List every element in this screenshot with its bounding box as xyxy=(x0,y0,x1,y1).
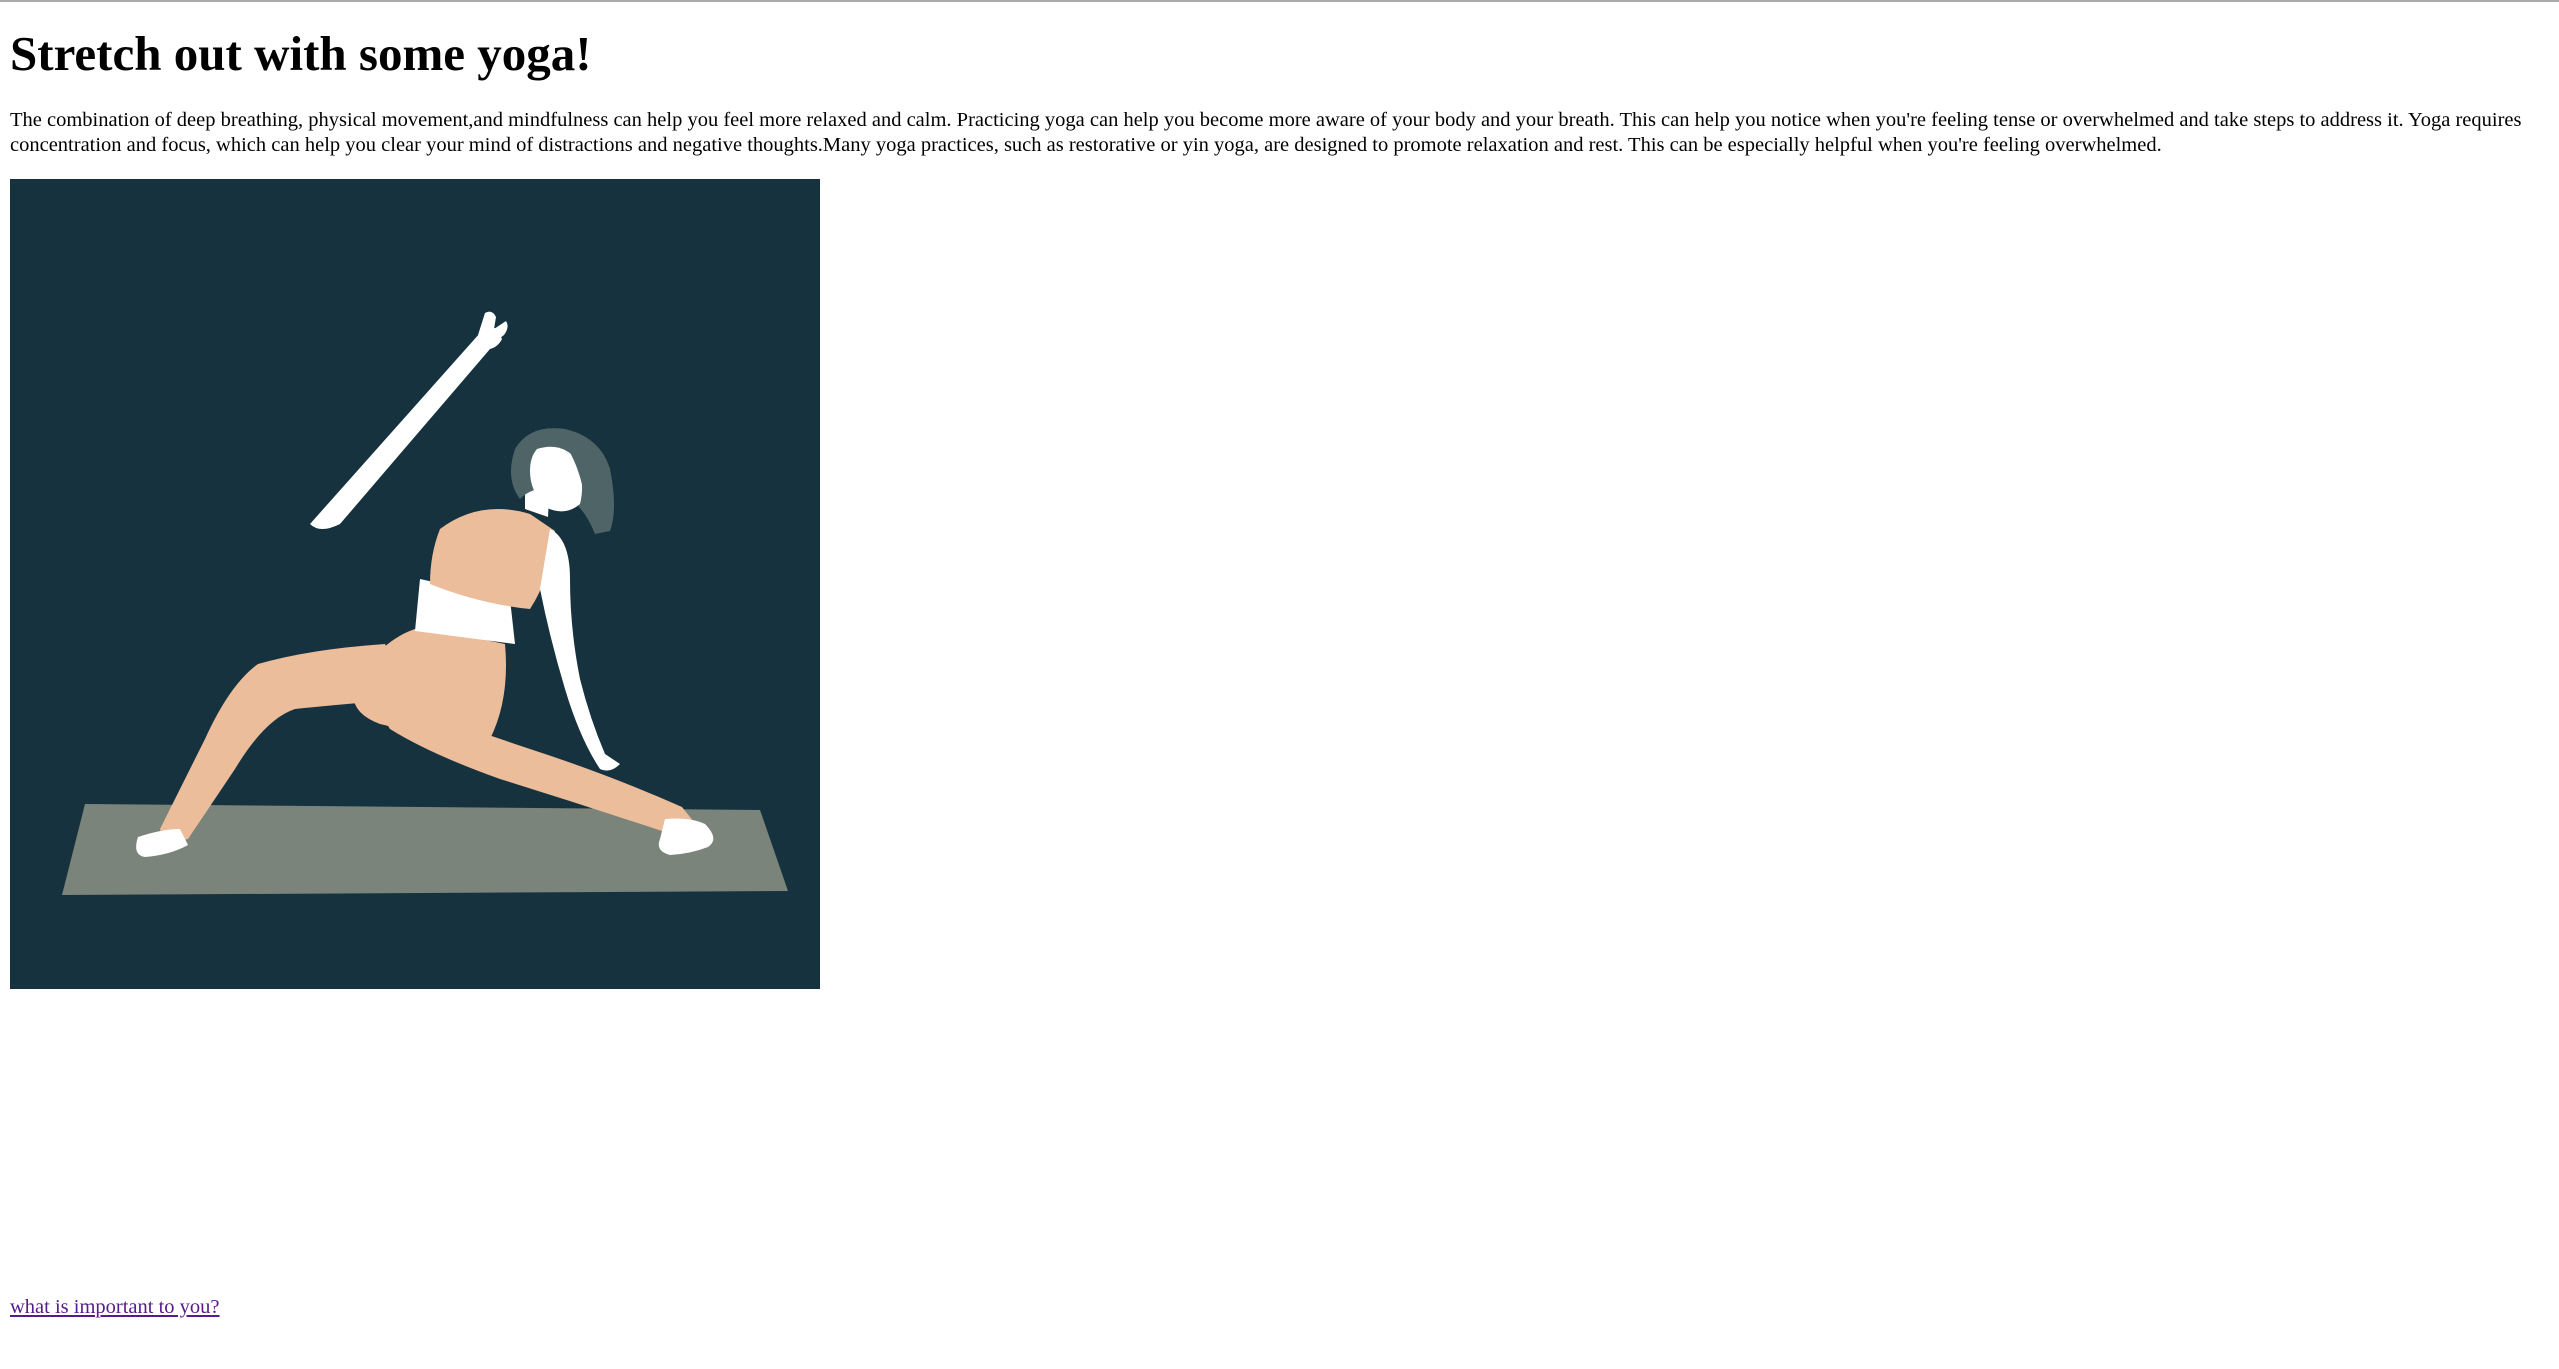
yoga-illustration xyxy=(10,179,820,989)
page-title: Stretch out with some yoga! xyxy=(10,26,592,81)
top-divider xyxy=(0,0,2559,2)
intro-paragraph: The combination of deep breathing, physi… xyxy=(10,109,2522,156)
important-link[interactable]: what is important to you? xyxy=(10,1295,220,1320)
